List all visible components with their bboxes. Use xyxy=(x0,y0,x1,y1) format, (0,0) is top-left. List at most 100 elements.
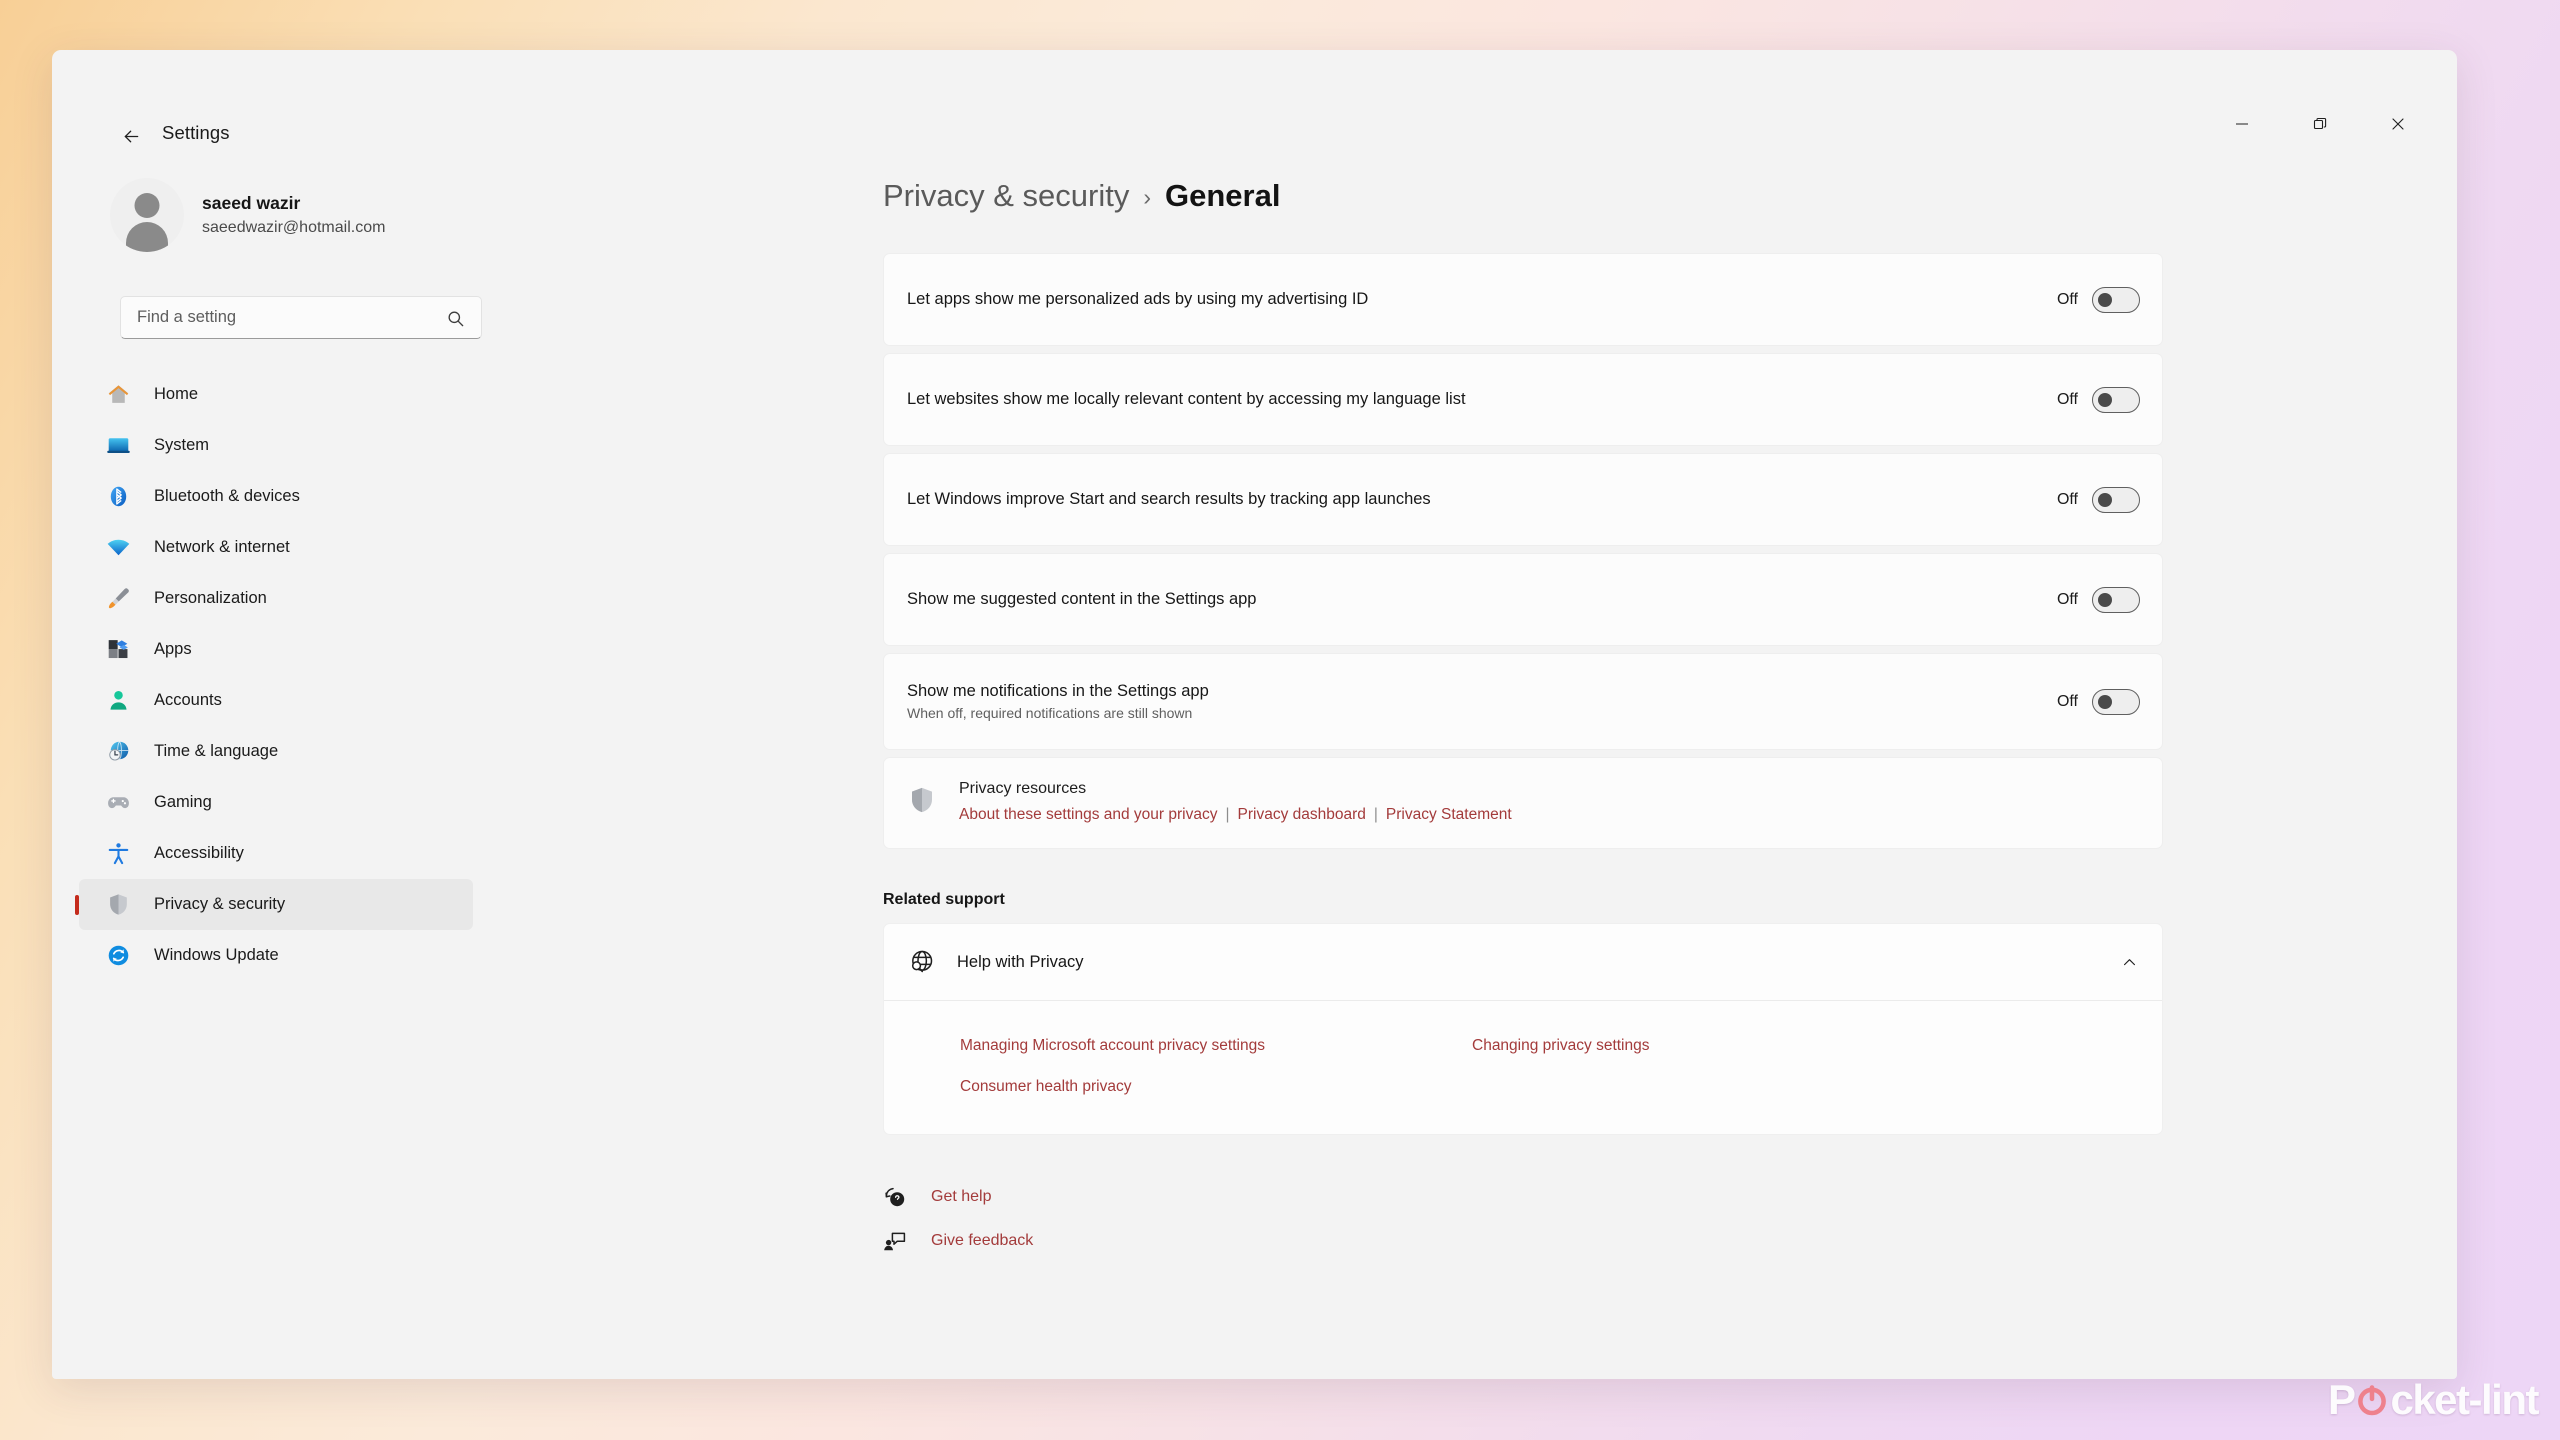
setting-title: Show me suggested content in the Setting… xyxy=(907,590,1257,608)
setting-control: Off xyxy=(2056,586,2140,613)
sidebar-item-label: Time & language xyxy=(154,742,279,760)
sidebar-item-accessibility[interactable]: Accessibility xyxy=(79,828,473,879)
account-name: saeed wazir xyxy=(202,192,301,213)
privacy-resources-links: About these settings and your privacy | Pr… xyxy=(959,806,1512,824)
get-help-link[interactable]: Get help xyxy=(883,1185,991,1209)
sidebar-item-label: Bluetooth & devices xyxy=(154,487,300,505)
sidebar-item-apps[interactable]: Apps xyxy=(79,624,473,675)
home-icon xyxy=(104,381,132,409)
account-block[interactable]: saeed wazir saeedwazir@hotmail.com xyxy=(110,178,500,252)
toggle-state-label: Off xyxy=(2056,290,2078,308)
sidebar-item-label: Accounts xyxy=(154,691,222,709)
sidebar-item-network-internet[interactable]: Network & internet xyxy=(79,522,473,573)
give-feedback-icon xyxy=(883,1229,907,1253)
sidebar-item-label: Privacy & security xyxy=(154,895,286,913)
setting-title: Let websites show me locally relevant co… xyxy=(907,390,1466,408)
search-box[interactable] xyxy=(120,296,482,339)
support-link[interactable]: Consumer health privacy xyxy=(960,1078,1472,1096)
search-icon xyxy=(448,311,464,327)
toggle-knob xyxy=(2098,292,2112,307)
setting-row: Show me suggested content in the Setting… xyxy=(883,553,2163,646)
gamepad-icon xyxy=(104,789,132,817)
toggle-switch[interactable] xyxy=(2092,586,2140,613)
related-support-links: Managing Microsoft account privacy setti… xyxy=(884,1001,2162,1134)
setting-texts: Let apps show me personalized ads by usi… xyxy=(907,290,1368,309)
toggle-switch[interactable] xyxy=(2092,386,2140,413)
footer-link-label: Get help xyxy=(931,1188,992,1205)
sidebar-item-bluetooth-devices[interactable]: Bluetooth & devices xyxy=(79,471,473,522)
privacy-resources-card: Privacy resources About these settings an… xyxy=(883,757,2163,849)
setting-control: Off xyxy=(2056,286,2140,313)
support-link[interactable]: Managing Microsoft account privacy setti… xyxy=(960,1037,1472,1055)
update-icon xyxy=(104,942,132,970)
power-icon xyxy=(2355,1383,2389,1417)
setting-control: Off xyxy=(2056,486,2140,513)
sidebar-item-windows-update[interactable]: Windows Update xyxy=(79,930,473,981)
footer-links: Get help Give feedback xyxy=(883,1185,2457,1253)
sidebar-nav: Home System Bluetooth & devices Network & i… xyxy=(52,369,500,981)
sidebar-item-gaming[interactable]: Gaming xyxy=(79,777,473,828)
sidebar-item-label: Windows Update xyxy=(154,946,279,964)
setting-control: Off xyxy=(2057,386,2140,413)
sidebar-item-label: Network & internet xyxy=(154,538,290,556)
toggle-state-label: Off xyxy=(2056,490,2078,508)
setting-title: Show me notifications in the Settings ap… xyxy=(907,682,1209,700)
title-bar: Settings xyxy=(52,50,2457,143)
system-icon xyxy=(104,432,132,460)
settings-list: Let apps show me personalized ads by usi… xyxy=(883,253,2163,849)
sidebar-item-label: Home xyxy=(154,385,199,403)
link-separator: | xyxy=(1225,806,1230,823)
setting-row: Show me notifications in the Settings ap… xyxy=(883,653,2163,750)
sidebar-item-home[interactable]: Home xyxy=(79,369,473,420)
get-help-icon xyxy=(883,1185,907,1209)
breadcrumb-parent[interactable]: Privacy & security xyxy=(883,178,1129,214)
setting-title: Let Windows improve Start and search res… xyxy=(907,490,1431,508)
toggle-knob xyxy=(2098,392,2112,407)
setting-subtitle: When off, required notifications are sti… xyxy=(907,705,1193,721)
help-with-privacy-expander[interactable]: Help with Privacy xyxy=(884,924,2162,1001)
sidebar-item-label: Personalization xyxy=(154,589,267,607)
watermark-part1: P xyxy=(2327,1376,2356,1423)
globe-help-icon xyxy=(911,950,933,973)
pocketlint-watermark: P cket-lint xyxy=(2327,1376,2540,1424)
wifi-icon xyxy=(104,534,132,562)
accessibility-icon xyxy=(104,840,132,868)
setting-row: Let websites show me locally relevant co… xyxy=(883,353,2163,446)
related-support-card: Help with Privacy Managing Microsoft acc… xyxy=(883,923,2163,1135)
sidebar-item-system[interactable]: System xyxy=(79,420,473,471)
setting-row: Let Windows improve Start and search res… xyxy=(883,453,2163,546)
setting-texts: Let Windows improve Start and search res… xyxy=(907,490,1431,509)
give-feedback-link[interactable]: Give feedback xyxy=(883,1229,1033,1253)
privacy-resource-link[interactable]: Privacy dashboard xyxy=(1238,806,1366,824)
page-title: General xyxy=(1165,178,1281,213)
paintbrush-icon xyxy=(104,585,132,613)
link-separator: | xyxy=(1373,806,1378,823)
setting-title: Let apps show me personalized ads by usi… xyxy=(907,290,1369,308)
chevron-up-icon[interactable] xyxy=(2121,954,2138,971)
sidebar-item-label: Accessibility xyxy=(154,844,244,862)
setting-row: Let apps show me personalized ads by usi… xyxy=(883,253,2163,346)
toggle-switch[interactable] xyxy=(2092,486,2140,513)
toggle-knob xyxy=(2098,492,2112,507)
toggle-switch[interactable] xyxy=(2092,688,2140,715)
search-input[interactable] xyxy=(137,308,419,327)
support-link[interactable]: Changing privacy settings xyxy=(1472,1037,2162,1055)
toggle-state-label: Off xyxy=(2056,590,2078,608)
setting-texts: Show me suggested content in the Setting… xyxy=(907,590,1256,609)
sidebar-item-accounts[interactable]: Accounts xyxy=(79,675,473,726)
sidebar-item-label: Gaming xyxy=(154,793,212,811)
sidebar-item-label: System xyxy=(154,436,210,454)
sidebar-item-personalization[interactable]: Personalization xyxy=(79,573,473,624)
sidebar-item-label: Apps xyxy=(154,640,192,658)
privacy-resources-title: Privacy resources xyxy=(959,780,1087,797)
privacy-resource-link[interactable]: About these settings and your privacy xyxy=(959,806,1217,824)
setting-texts: Let websites show me locally relevant co… xyxy=(907,390,1466,409)
settings-window: Settings saeed wazir saeedwazir@hotmail.… xyxy=(52,50,2457,1379)
sidebar-item-time-language[interactable]: Time & language xyxy=(79,726,473,777)
privacy-resource-link[interactable]: Privacy Statement xyxy=(1386,806,1512,824)
sidebar-item-privacy-security[interactable]: Privacy & security xyxy=(79,879,473,930)
content-area: Privacy & security › General Let apps sh… xyxy=(500,128,2457,1379)
toggle-switch[interactable] xyxy=(2092,286,2140,313)
shield-icon xyxy=(104,891,132,919)
account-email: saeedwazir@hotmail.com xyxy=(202,219,386,237)
